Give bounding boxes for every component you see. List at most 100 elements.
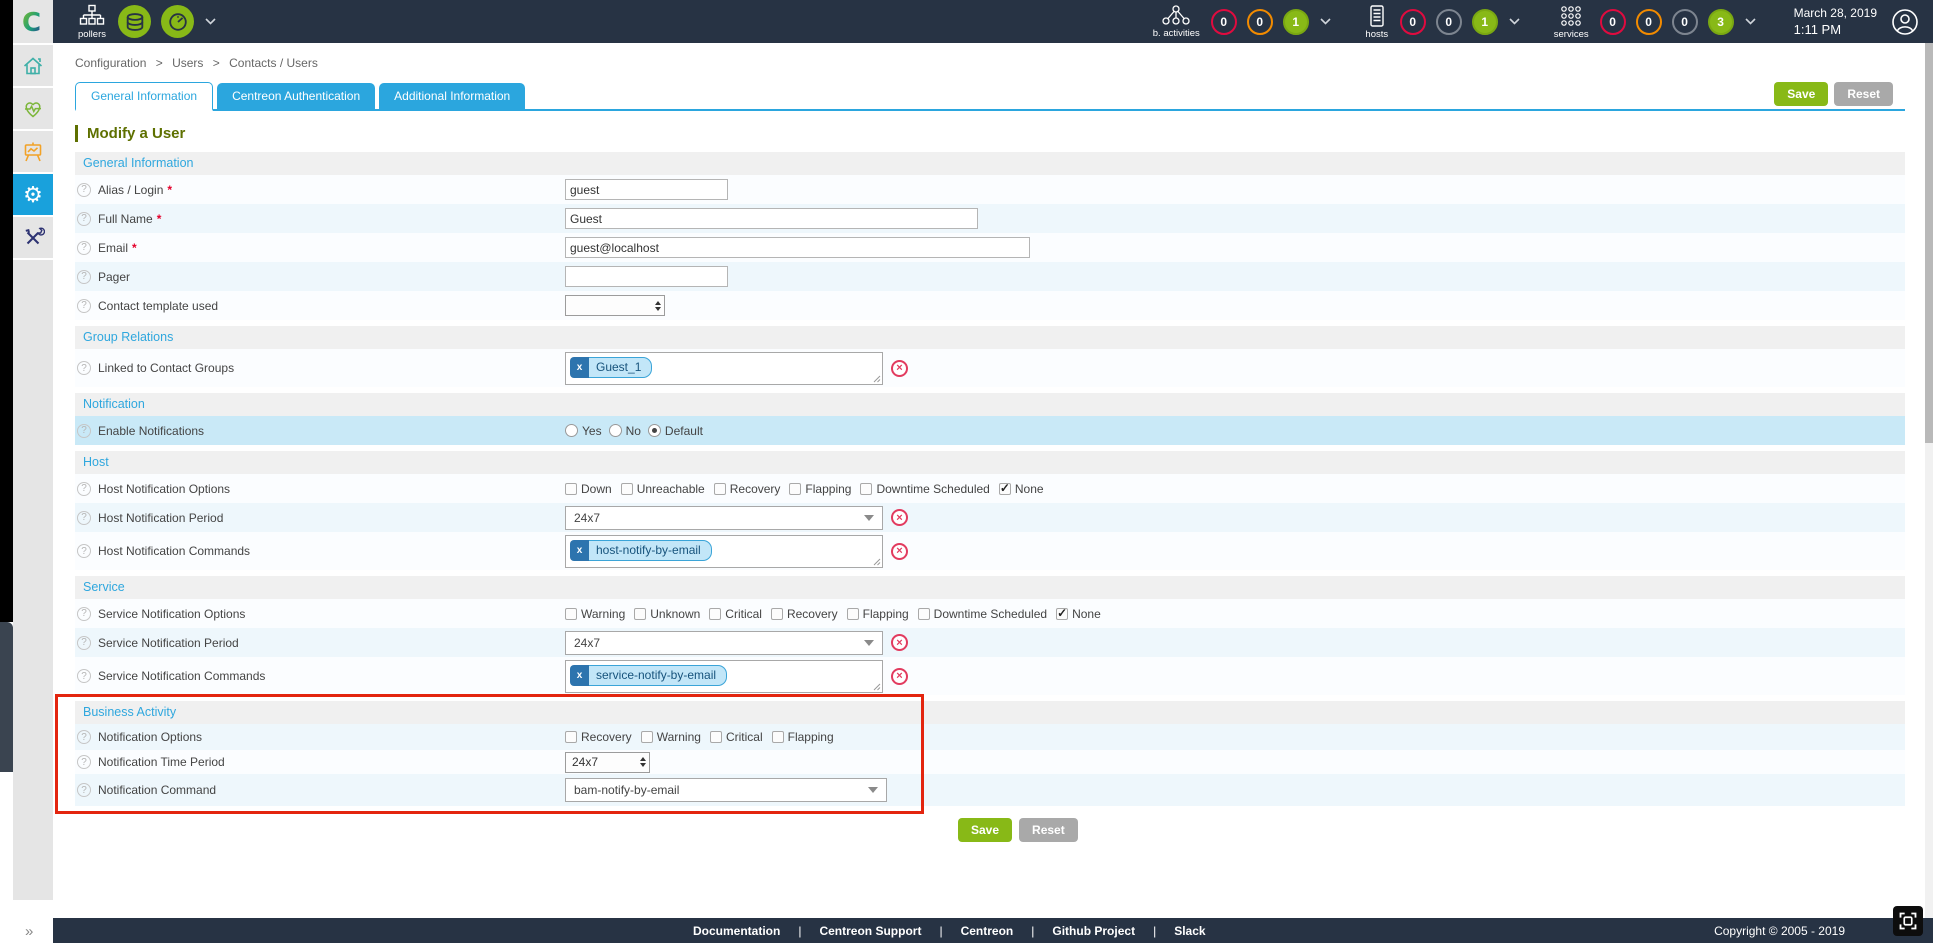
save-button-bottom[interactable]: Save	[958, 818, 1012, 842]
help-icon[interactable]: ?	[77, 424, 91, 438]
tab-additional-information[interactable]: Additional Information	[379, 83, 525, 109]
help-icon[interactable]: ?	[77, 241, 91, 255]
expand-sidebar-icon[interactable]: »	[25, 923, 33, 940]
gauge-status-button[interactable]	[161, 5, 194, 38]
help-icon[interactable]: ?	[77, 361, 91, 375]
host-notification-period-select[interactable]: 24x7	[565, 506, 883, 530]
ba-notification-command-select[interactable]: bam-notify-by-email	[565, 778, 887, 802]
footer-link-centreon[interactable]: Centreon	[961, 924, 1014, 938]
breadcrumb-item[interactable]: Users	[172, 56, 203, 70]
help-icon[interactable]: ?	[77, 669, 91, 683]
reset-button-bottom[interactable]: Reset	[1019, 818, 1078, 842]
alias-login-input[interactable]	[565, 179, 728, 200]
service-notification-period-select[interactable]: 24x7	[565, 631, 883, 655]
checkbox-warning[interactable]: Warning	[565, 607, 625, 621]
ba-warning-count[interactable]: 0	[1247, 9, 1273, 35]
checkbox-none[interactable]: None	[1056, 607, 1101, 621]
hosts-down-count[interactable]: 0	[1400, 9, 1426, 35]
ba-notification-time-period-select[interactable]: 24x7	[565, 752, 650, 773]
help-icon[interactable]: ?	[77, 755, 91, 769]
chevron-down-icon[interactable]	[1320, 18, 1331, 25]
email-input[interactable]	[565, 237, 1030, 258]
checkbox-downtime-scheduled[interactable]: Downtime Scheduled	[918, 607, 1047, 621]
checkbox-downtime-scheduled[interactable]: Downtime Scheduled	[860, 482, 989, 496]
sidebar-item-administration[interactable]	[13, 217, 53, 258]
checkbox-recovery[interactable]: Recovery	[771, 607, 838, 621]
checkbox-critical[interactable]: Critical	[709, 607, 762, 621]
chip-remove-icon[interactable]: x	[570, 357, 589, 378]
radio-no[interactable]: No	[609, 424, 641, 438]
scrollbar-track[interactable]	[1925, 43, 1933, 918]
pager-input[interactable]	[565, 266, 728, 287]
user-menu-button[interactable]	[1891, 8, 1919, 36]
clear-selection-icon[interactable]: ×	[891, 634, 908, 651]
chevron-down-icon[interactable]	[205, 18, 216, 25]
clear-selection-icon[interactable]: ×	[891, 360, 908, 377]
footer-link-slack[interactable]: Slack	[1174, 924, 1205, 938]
footer-link-centreon-support[interactable]: Centreon Support	[819, 924, 921, 938]
help-icon[interactable]: ?	[77, 299, 91, 313]
checkbox-recovery[interactable]: Recovery	[714, 482, 781, 496]
database-status-button[interactable]	[118, 5, 151, 38]
checkbox-flapping[interactable]: Flapping	[772, 730, 834, 744]
resize-handle-icon[interactable]	[872, 557, 881, 566]
help-icon[interactable]: ?	[77, 212, 91, 226]
contact-groups-multiselect[interactable]: x Guest_1	[565, 352, 883, 385]
checkbox-none[interactable]: None	[999, 482, 1044, 496]
scrollbar-thumb[interactable]	[1925, 43, 1933, 443]
hosts-unreachable-count[interactable]: 0	[1436, 9, 1462, 35]
chevron-down-icon[interactable]	[1509, 18, 1520, 25]
full-name-input[interactable]	[565, 208, 978, 229]
radio-yes[interactable]: Yes	[565, 424, 602, 438]
checkbox-unknown[interactable]: Unknown	[634, 607, 700, 621]
sidebar-item-home[interactable]	[13, 45, 53, 86]
checkbox-flapping[interactable]: Flapping	[789, 482, 851, 496]
help-icon[interactable]: ?	[77, 730, 91, 744]
resize-handle-icon[interactable]	[872, 374, 881, 383]
tab-general-information[interactable]: General Information	[75, 82, 213, 111]
checkbox-unreachable[interactable]: Unreachable	[621, 482, 705, 496]
services-ok-count[interactable]: 3	[1708, 9, 1734, 35]
chip-remove-icon[interactable]: x	[570, 540, 589, 561]
ba-ok-count[interactable]: 1	[1283, 9, 1309, 35]
services-critical-count[interactable]: 0	[1600, 9, 1626, 35]
footer-link-github-project[interactable]: Github Project	[1052, 924, 1135, 938]
services-warning-count[interactable]: 0	[1636, 9, 1662, 35]
tab-centreon-authentication[interactable]: Centreon Authentication	[217, 83, 375, 109]
sidebar-item-monitoring[interactable]	[13, 88, 53, 129]
footer-link-documentation[interactable]: Documentation	[693, 924, 780, 938]
resize-handle-icon[interactable]	[872, 682, 881, 691]
checkbox-critical[interactable]: Critical	[710, 730, 763, 744]
clear-selection-icon[interactable]: ×	[891, 668, 908, 685]
chip-remove-icon[interactable]: x	[570, 665, 589, 686]
help-icon[interactable]: ?	[77, 783, 91, 797]
ba-critical-count[interactable]: 0	[1211, 9, 1237, 35]
clear-selection-icon[interactable]: ×	[891, 509, 908, 526]
breadcrumb-item[interactable]: Contacts / Users	[229, 56, 318, 70]
reset-button-top[interactable]: Reset	[1834, 82, 1893, 106]
help-icon[interactable]: ?	[77, 544, 91, 558]
help-icon[interactable]: ?	[77, 482, 91, 496]
clear-selection-icon[interactable]: ×	[891, 543, 908, 560]
checkbox-down[interactable]: Down	[565, 482, 612, 496]
fullscreen-button[interactable]	[1893, 906, 1923, 936]
sidebar-item-configuration[interactable]: ⚙	[13, 174, 53, 215]
help-icon[interactable]: ?	[77, 511, 91, 525]
chevron-down-icon[interactable]	[1745, 18, 1756, 25]
host-notification-commands-multiselect[interactable]: x host-notify-by-email	[565, 535, 883, 568]
breadcrumb-item[interactable]: Configuration	[75, 56, 146, 70]
help-icon[interactable]: ?	[77, 183, 91, 197]
save-button-top[interactable]: Save	[1774, 82, 1828, 106]
help-icon[interactable]: ?	[77, 607, 91, 621]
contact-template-select[interactable]	[565, 295, 665, 316]
checkbox-warning[interactable]: Warning	[641, 730, 701, 744]
checkbox-recovery[interactable]: Recovery	[565, 730, 632, 744]
checkbox-flapping[interactable]: Flapping	[847, 607, 909, 621]
hosts-up-count[interactable]: 1	[1472, 9, 1498, 35]
service-notification-commands-multiselect[interactable]: x service-notify-by-email	[565, 660, 883, 693]
help-icon[interactable]: ?	[77, 636, 91, 650]
radio-default[interactable]: Default	[648, 424, 703, 438]
services-unknown-count[interactable]: 0	[1672, 9, 1698, 35]
sidebar-item-reporting[interactable]	[13, 131, 53, 172]
pollers-status[interactable]: pollers	[77, 4, 107, 40]
